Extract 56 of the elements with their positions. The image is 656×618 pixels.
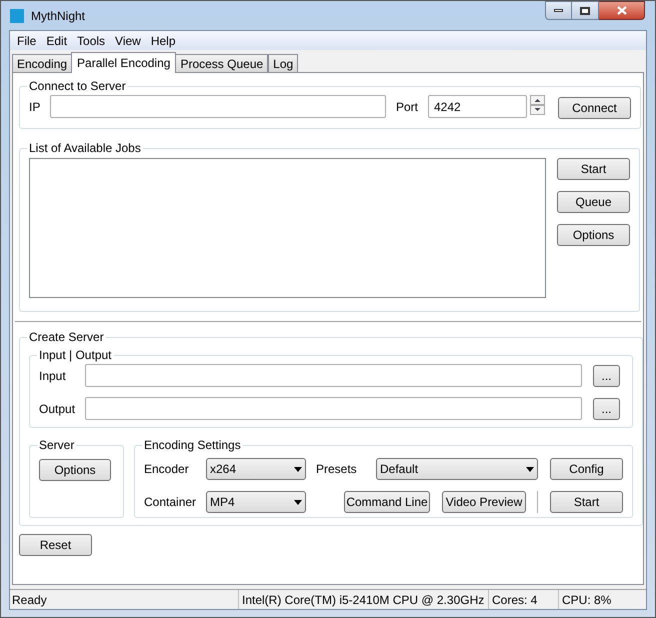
status-text: Cores: 4 (488, 590, 558, 609)
menu-item[interactable]: View (110, 32, 146, 50)
path-field[interactable] (85, 397, 582, 420)
maximize-button[interactable] (572, 1, 599, 20)
spin-up-icon[interactable] (530, 95, 545, 105)
window-title: MythNight (31, 8, 86, 24)
jobs-button[interactable]: Options (557, 224, 630, 246)
tab[interactable]: Process Queue (175, 54, 268, 73)
field-label: Container (144, 494, 198, 511)
menu-item[interactable]: Tools (72, 32, 110, 50)
browse-button[interactable]: ... (593, 398, 620, 420)
menu-item[interactable]: File (12, 32, 42, 50)
path-field[interactable] (85, 364, 582, 387)
field-label: Port (396, 99, 420, 116)
port-spinbox[interactable]: 4242 (428, 95, 527, 118)
field-label: IP (29, 99, 42, 116)
dropdown-arrow-icon (294, 466, 302, 472)
status-text: Ready (11, 592, 48, 608)
reset-button[interactable]: Reset (19, 534, 92, 556)
menu-item[interactable]: Help (146, 32, 181, 50)
app-logo-icon (10, 8, 24, 22)
connect-button[interactable]: Connect (558, 97, 631, 119)
group-title: List of Available Jobs (28, 140, 142, 157)
server-options-button[interactable]: Options (39, 459, 111, 481)
start-button[interactable]: Start (550, 491, 623, 513)
config-button[interactable]: Config (550, 458, 623, 480)
browse-button[interactable]: ... (593, 364, 620, 386)
status-text: Intel(R) Core(TM) i5-2410M CPU @ 2.30GHz (238, 590, 488, 609)
ip-field[interactable] (50, 95, 386, 118)
tab[interactable]: Encoding (12, 54, 72, 73)
dropdown-arrow-icon (526, 466, 534, 472)
menu-item[interactable]: Edit (41, 32, 72, 50)
field-label: Input (39, 368, 67, 384)
dropdown-arrow-icon (294, 500, 302, 504)
field-label: Output (39, 400, 76, 418)
minimize-button[interactable] (545, 1, 572, 20)
tab[interactable]: Parallel Encoding (71, 52, 176, 73)
container-dropdown[interactable]: MP4 (206, 491, 306, 513)
presets-dropdown[interactable]: Default (376, 458, 538, 480)
close-button[interactable] (599, 1, 645, 20)
field-label: Encoder (144, 461, 190, 478)
status-text: CPU: 8% (558, 590, 646, 609)
jobs-button[interactable]: Queue (557, 191, 630, 213)
close-icon (616, 6, 626, 15)
group-title: Connect to Server (28, 78, 127, 95)
jobs-button[interactable]: Start (557, 158, 630, 180)
group-title: Input | Output (38, 347, 112, 364)
field-label: Presets (316, 461, 358, 478)
video-preview-button[interactable]: Video Preview (442, 491, 526, 513)
command-line-button[interactable]: Command Line (344, 491, 430, 513)
group-title: Server (38, 437, 76, 454)
spin-down-icon[interactable] (530, 105, 545, 115)
tab[interactable]: Log (268, 54, 298, 73)
encoder-dropdown[interactable]: x264 (206, 458, 306, 480)
group-title: Encoding Settings (143, 437, 242, 454)
group-title: Create Server (28, 329, 105, 346)
